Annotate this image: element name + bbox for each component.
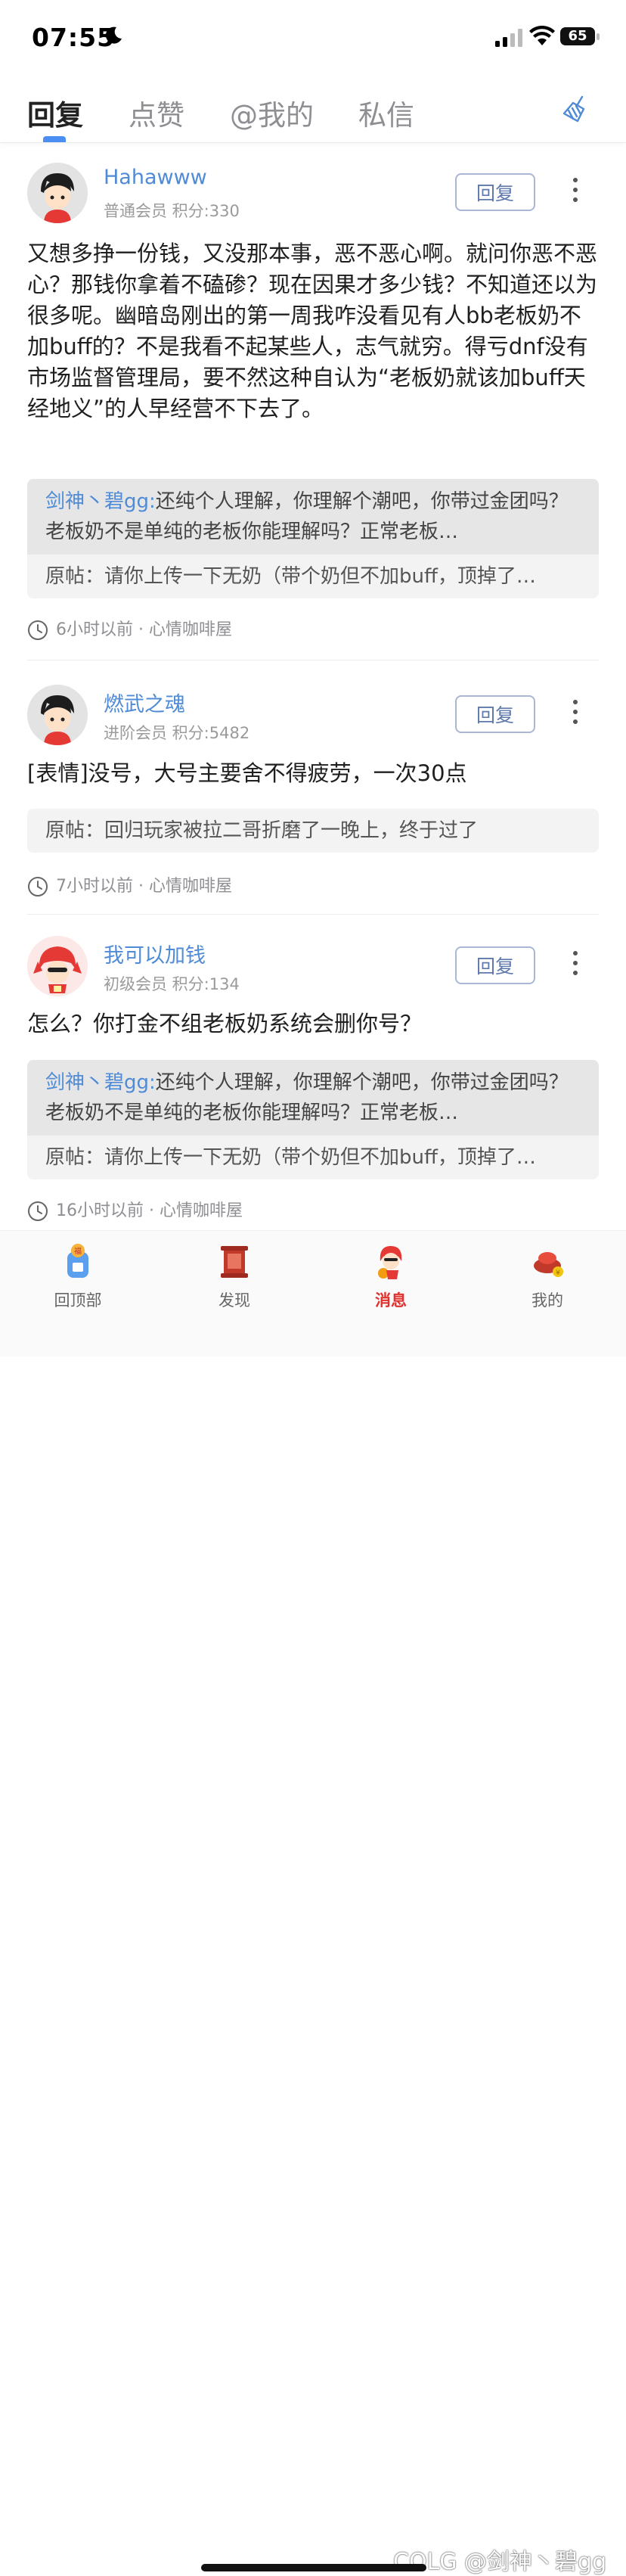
original-post[interactable]: 原帖：请你上传一下无奶（带个奶但不加buff，顶掉了…: [27, 555, 599, 598]
reply-button[interactable]: 回复: [455, 173, 535, 211]
clock-icon: [28, 1201, 48, 1221]
nav-messages[interactable]: 消息: [346, 1241, 436, 1311]
avatar[interactable]: [27, 936, 88, 996]
reply-time-board: 6小时以前 · 心情咖啡屋: [56, 620, 232, 639]
reply-time-board: 7小时以前 · 心情咖啡屋: [56, 877, 232, 896]
more-options-icon[interactable]: [572, 951, 579, 978]
nav-profile[interactable]: ¥ 我的: [502, 1241, 593, 1311]
svg-text:¥: ¥: [556, 1269, 560, 1277]
tab-mentions[interactable]: @我的: [230, 92, 314, 133]
more-options-icon[interactable]: [572, 178, 579, 205]
status-bar: 07:55 65: [0, 0, 626, 76]
nav-back-to-top[interactable]: 福 回顶部: [33, 1241, 123, 1311]
home-indicator[interactable]: [201, 2564, 426, 2571]
reply-card[interactable]: 燃武之魂 进阶会员 积分:5482 回复 [表情]没号，大号主要舍不得疲劳，一次…: [27, 685, 599, 912]
battery-indicator: 65: [560, 27, 600, 45]
divider: [27, 914, 599, 915]
username[interactable]: Hahawww: [104, 166, 207, 189]
back-to-top-icon: 福: [67, 1244, 88, 1278]
message-tabs: 回复 点赞 @我的 私信: [0, 76, 626, 143]
active-tab-indicator: [43, 136, 66, 142]
quoted-block[interactable]: 原帖：回归玩家被拉二哥折磨了一晚上，终于过了: [27, 809, 599, 853]
reply-button[interactable]: 回复: [455, 695, 535, 733]
original-post[interactable]: 原帖：请你上传一下无奶（带个奶但不加buff，顶掉了…: [27, 1136, 599, 1179]
quoted-author[interactable]: 剑神丶碧gg:: [45, 1071, 156, 1094]
tab-private-messages[interactable]: 私信: [358, 92, 414, 133]
watermark: COLG @剑神丶碧gg: [393, 2549, 607, 2575]
user-level-points: 普通会员 积分:330: [104, 202, 240, 220]
nav-label: 回顶部: [54, 1291, 102, 1310]
reply-content: [表情]没号，大号主要舍不得疲劳，一次30点: [27, 760, 467, 786]
clear-broom-icon[interactable]: [559, 94, 591, 126]
wifi-icon: [529, 26, 555, 45]
username[interactable]: 燃武之魂: [104, 688, 185, 717]
original-post[interactable]: 原帖：回归玩家被拉二哥折磨了一晚上，终于过了: [27, 809, 599, 853]
reply-content: 又想多挣一份钱，又没那本事，恶不恶心啊。就问你恶不恶心？那钱你拿着不磕碜？现在因…: [27, 241, 598, 421]
quoted-reply: 剑神丶碧gg:还纯个人理解，你理解个潮吧，你带过金团吗？老板奶不是单纯的老板你能…: [27, 479, 599, 555]
reply-button[interactable]: 回复: [455, 946, 535, 984]
quoted-block[interactable]: 剑神丶碧gg:还纯个人理解，你理解个潮吧，你带过金团吗？老板奶不是单纯的老板你能…: [27, 1060, 599, 1179]
nav-label: 发现: [218, 1291, 250, 1310]
clock-icon: [28, 620, 48, 640]
quoted-author[interactable]: 剑神丶碧gg:: [45, 490, 156, 513]
nav-label: 我的: [531, 1291, 563, 1310]
quoted-reply: 剑神丶碧gg:还纯个人理解，你理解个潮吧，你带过金团吗？老板奶不是单纯的老板你能…: [27, 1060, 599, 1136]
reply-card[interactable]: 我可以加钱 初级会员 积分:134 回复 怎么？你打金不组老板奶系统会删你号？ …: [27, 936, 599, 1227]
moon-icon: [105, 26, 122, 44]
bottom-nav: 福 回顶部 发现 消息 ¥ 我的 COLG @剑神丶碧gg: [0, 1230, 626, 2575]
signal-icon: [495, 29, 522, 47]
reply-time-board: 16小时以前 · 心情咖啡屋: [56, 1201, 243, 1220]
svg-text:福: 福: [74, 1246, 82, 1256]
user-level-points: 进阶会员 积分:5482: [104, 724, 250, 742]
clock-icon: [28, 877, 48, 896]
discover-icon: [221, 1246, 248, 1278]
more-options-icon[interactable]: [572, 700, 579, 727]
reply-meta: 6小时以前 · 心情咖啡屋: [27, 618, 232, 642]
reply-meta: 16小时以前 · 心情咖啡屋: [27, 1199, 243, 1223]
avatar[interactable]: [27, 163, 88, 223]
username[interactable]: 我可以加钱: [104, 939, 206, 968]
nav-label: 消息: [375, 1291, 407, 1310]
reply-card[interactable]: Hahawww 普通会员 积分:330 回复 又想多挣一份钱，又没那本事，恶不恶…: [27, 163, 599, 647]
message-icon: [378, 1246, 402, 1279]
nav-discover[interactable]: 发现: [189, 1241, 280, 1311]
status-time: 07:55: [32, 23, 116, 52]
quoted-block[interactable]: 剑神丶碧gg:还纯个人理解，你理解个潮吧，你带过金团吗？老板奶不是单纯的老板你能…: [27, 479, 599, 598]
reply-content: 怎么？你打金不组老板奶系统会删你号？: [27, 1011, 423, 1036]
profile-icon: ¥: [534, 1252, 563, 1277]
tab-likes[interactable]: 点赞: [129, 92, 184, 133]
reply-meta: 7小时以前 · 心情咖啡屋: [27, 875, 232, 899]
avatar[interactable]: [27, 685, 88, 745]
tab-reply[interactable]: 回复: [27, 92, 83, 133]
user-level-points: 初级会员 积分:134: [104, 975, 240, 993]
